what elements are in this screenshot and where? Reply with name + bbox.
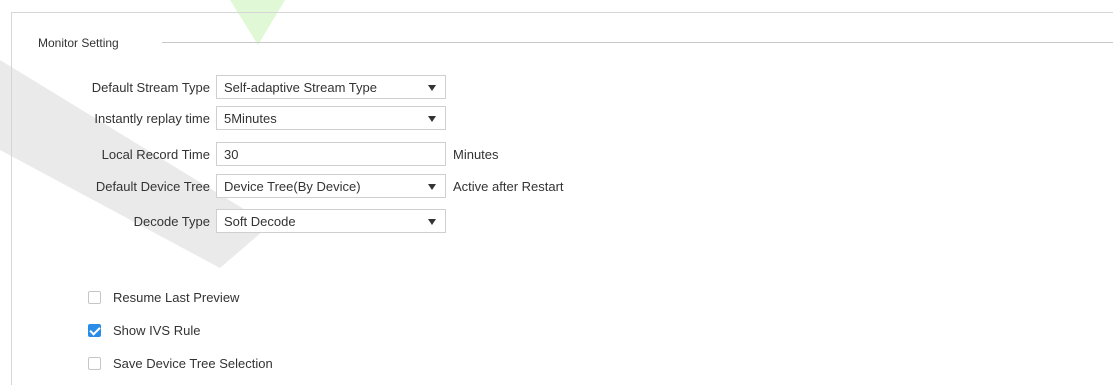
field-row-default-stream-type: Default Stream Type Self-adaptive Stream… [0,75,446,99]
section-header: Monitor Setting [38,35,131,51]
field-row-local-record-time: Local Record Time 30 Minutes [0,142,499,166]
decode-type-value: Soft Decode [224,213,296,229]
default-device-tree-select[interactable]: Device Tree(By Device) [216,174,446,198]
caret-down-icon [428,184,436,190]
checkbox-label-show-ivs-rule: Show IVS Rule [113,322,201,338]
local-record-time-value: 30 [224,146,239,162]
instantly-replay-time-select[interactable]: 5Minutes [216,106,446,130]
default-device-tree-value: Device Tree(By Device) [224,178,361,194]
checkbox-label-save-device-tree-selection: Save Device Tree Selection [113,355,273,371]
field-label-default-stream-type: Default Stream Type [91,79,210,95]
checkbox-show-ivs-rule[interactable]: Show IVS Rule [88,321,200,339]
field-label-decode-type: Decode Type [133,213,210,229]
default-stream-type-select[interactable]: Self-adaptive Stream Type [216,75,446,99]
field-label-local-record-time: Local Record Time [101,146,210,162]
local-record-time-unit: Minutes [453,146,499,162]
section-divider [162,42,1113,43]
field-row-default-device-tree: Default Device Tree Device Tree(By Devic… [0,174,564,198]
default-stream-type-value: Self-adaptive Stream Type [224,79,377,95]
checkbox-box-save-device-tree-selection[interactable] [88,356,101,370]
checkbox-box-resume-last-preview[interactable] [88,290,101,304]
caret-down-icon [428,85,436,91]
checkmark-icon[interactable] [88,323,101,337]
field-row-decode-type: Decode Type Soft Decode [0,209,446,233]
decode-type-select[interactable]: Soft Decode [216,209,446,233]
instantly-replay-time-value: 5Minutes [224,110,277,126]
checkbox-save-device-tree-selection[interactable]: Save Device Tree Selection [88,354,273,372]
checkbox-resume-last-preview[interactable]: Resume Last Preview [88,288,239,306]
caret-down-icon [428,219,436,225]
field-row-instantly-replay-time: Instantly replay time 5Minutes [0,106,446,130]
checkbox-label-resume-last-preview: Resume Last Preview [113,289,240,305]
field-label-instantly-replay-time: Instantly replay time [94,110,210,126]
section-title: Monitor Setting [38,36,131,50]
caret-down-icon [428,116,436,122]
monitor-setting-page: Monitor Setting Default Stream Type Self… [0,0,1113,385]
default-device-tree-note: Active after Restart [453,178,564,194]
field-label-default-device-tree: Default Device Tree [95,178,210,194]
local-record-time-input[interactable]: 30 [216,142,446,166]
